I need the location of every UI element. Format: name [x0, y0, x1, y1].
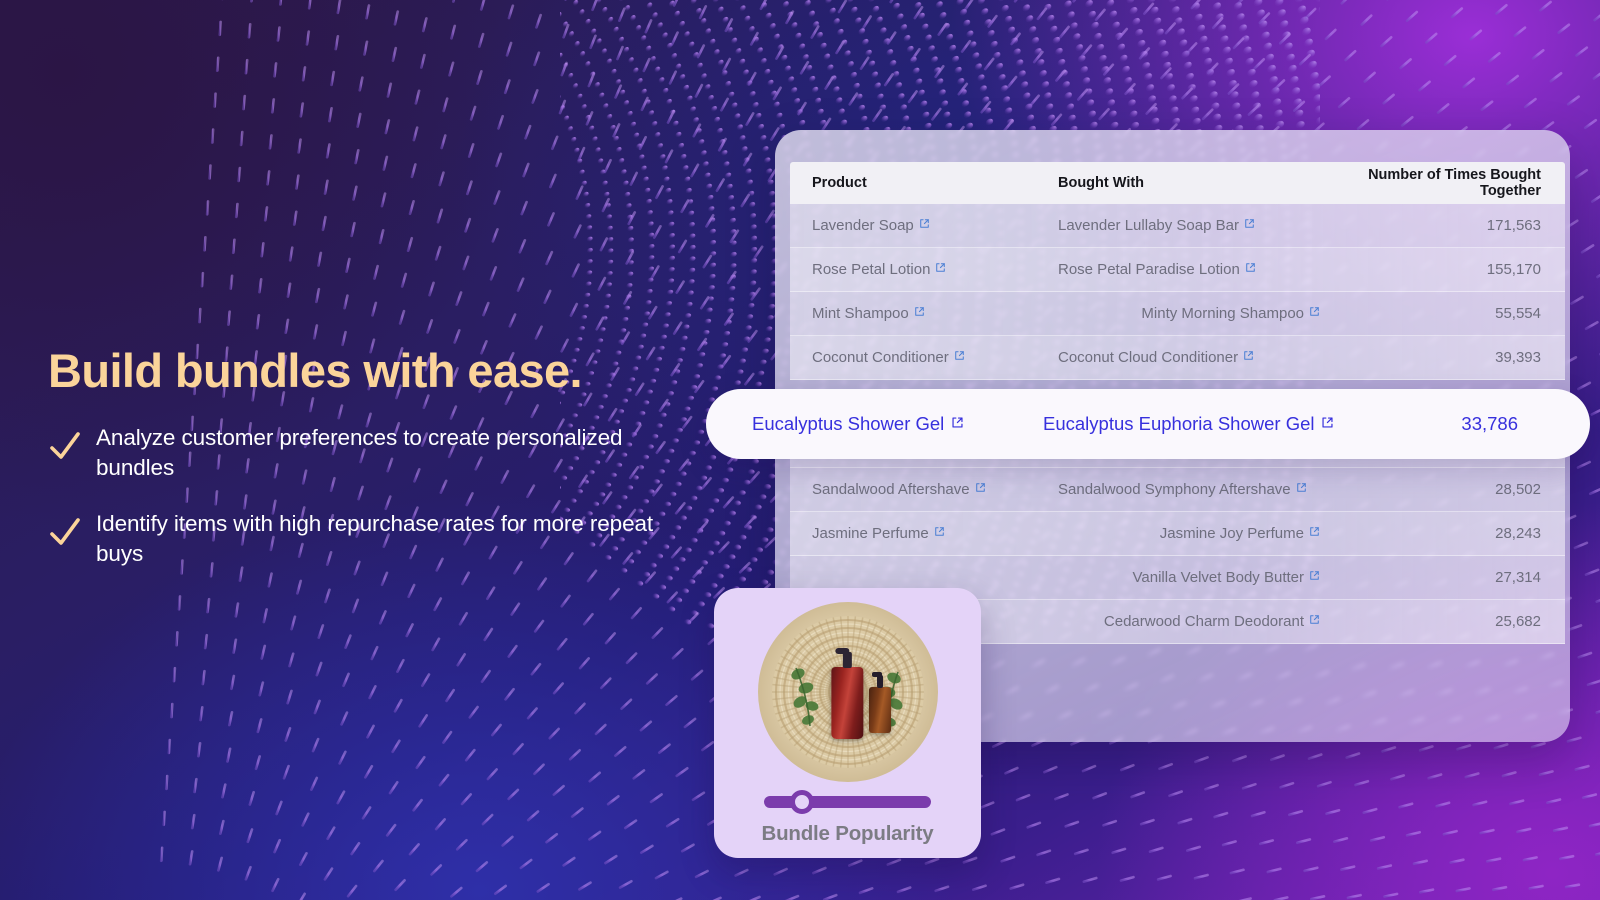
column-header-count: Number of Times Bought Together — [1368, 167, 1541, 199]
count-cell: 25,682 — [1495, 613, 1541, 630]
check-icon — [50, 518, 80, 545]
count-cell: 27,314 — [1495, 569, 1541, 586]
product-label: Rose Petal Lotion — [812, 261, 931, 278]
bought-with-cell[interactable]: Vanilla Velvet Body Butter — [1058, 569, 1320, 586]
highlighted-table-row[interactable]: Eucalyptus Shower Gel Eucalyptus Euphori… — [706, 389, 1590, 459]
bought-with-cell[interactable]: Coconut Cloud Conditioner — [1058, 349, 1320, 366]
product-cell[interactable]: Jasmine Perfume — [790, 525, 1058, 542]
bought-with-label: Rose Petal Paradise Lotion — [1058, 261, 1240, 278]
benefit-list: Analyze customer preferences to create p… — [48, 423, 658, 570]
bought-with-label: Coconut Cloud Conditioner — [1058, 349, 1239, 366]
external-link-icon[interactable] — [1244, 219, 1255, 230]
bought-with-cell[interactable]: Sandalwood Symphony Aftershave — [1058, 481, 1320, 498]
count-cell: 28,502 — [1495, 481, 1541, 498]
product-bottle-large — [830, 647, 863, 739]
bundle-popularity-card: Bundle Popularity — [714, 588, 981, 858]
table-header-row: Product Bought With Number of Times Boug… — [790, 162, 1565, 204]
product-label: Mint Shampoo — [812, 305, 909, 322]
bought-with-label: Vanilla Velvet Body Butter — [1132, 569, 1305, 586]
bundle-product-photo — [757, 602, 938, 782]
benefit-text: Analyze customer preferences to create p… — [96, 424, 623, 480]
product-cell[interactable]: Coconut Conditioner — [790, 349, 1058, 366]
table-row[interactable]: Jasmine Perfume Jasmine Joy Perfume 28,243 — [790, 512, 1565, 556]
check-icon — [50, 431, 80, 459]
product-bottle-small — [869, 671, 892, 733]
bought-with-cell[interactable]: Jasmine Joy Perfume — [1058, 525, 1320, 542]
product-label: Coconut Conditioner — [812, 349, 949, 366]
external-link-icon[interactable] — [1309, 307, 1320, 318]
bundle-popularity-slider[interactable] — [764, 790, 931, 814]
list-item: Identify items with high repurchase rate… — [48, 509, 658, 569]
bundle-popularity-label: Bundle Popularity — [761, 822, 934, 845]
external-link-icon[interactable] — [1321, 417, 1334, 430]
page-title: Build bundles with ease. — [48, 344, 583, 397]
table-row[interactable]: Sandalwood Aftershave Sandalwood Symphony… — [790, 468, 1565, 512]
count-cell: 28,243 — [1495, 525, 1541, 542]
external-link-icon[interactable] — [1243, 351, 1254, 362]
bought-with-label: Cedarwood Charm Deodorant — [1103, 613, 1304, 630]
product-label: Lavender Soap — [812, 217, 914, 234]
count-cell: 171,563 — [1486, 217, 1541, 234]
product-label: Sandalwood Aftershave — [812, 481, 970, 498]
slider-handle[interactable] — [789, 790, 814, 814]
bought-with-cell[interactable]: Minty Morning Shampoo — [1058, 305, 1320, 322]
count-cell: 155,170 — [1486, 261, 1541, 278]
external-link-icon[interactable] — [1309, 615, 1320, 626]
highlighted-bought-with-cell[interactable]: Eucalyptus Euphoria Shower Gel — [1043, 413, 1339, 435]
bought-with-label: Sandalwood Symphony Aftershave — [1058, 481, 1291, 498]
column-header-bought-with: Bought With — [1058, 175, 1145, 191]
table-row[interactable]: Coconut Conditioner Coconut Cloud Conditi… — [790, 336, 1565, 380]
bought-with-cell[interactable]: Rose Petal Paradise Lotion — [1058, 261, 1320, 278]
external-link-icon[interactable] — [1309, 571, 1320, 582]
external-link-icon[interactable] — [934, 527, 945, 538]
external-link-icon[interactable] — [975, 483, 986, 494]
bought-with-label: Lavender Lullaby Soap Bar — [1058, 217, 1239, 234]
external-link-icon[interactable] — [935, 263, 946, 274]
product-label: Jasmine Perfume — [812, 525, 929, 542]
bought-with-label: Jasmine Joy Perfume — [1159, 525, 1304, 542]
product-cell[interactable]: Rose Petal Lotion — [790, 261, 1058, 278]
highlighted-bought-with-label: Eucalyptus Euphoria Shower Gel — [1043, 413, 1315, 434]
product-cell[interactable]: Mint Shampoo — [790, 305, 1058, 322]
highlighted-product-cell[interactable]: Eucalyptus Shower Gel — [706, 413, 1043, 435]
bought-with-cell[interactable]: Lavender Lullaby Soap Bar — [1058, 217, 1320, 234]
bought-with-label: Minty Morning Shampoo — [1141, 305, 1304, 322]
external-link-icon[interactable] — [951, 417, 964, 430]
count-cell: 55,554 — [1495, 305, 1541, 322]
table-row[interactable]: Mint Shampoo Minty Morning Shampoo 55,554 — [790, 292, 1565, 336]
count-cell: 39,393 — [1495, 349, 1541, 366]
product-cell[interactable]: Sandalwood Aftershave — [790, 481, 1058, 498]
list-item: Analyze customer preferences to create p… — [48, 423, 658, 483]
highlighted-count-cell: 33,786 — [1461, 413, 1518, 434]
benefit-text: Identify items with high repurchase rate… — [96, 510, 654, 567]
highlighted-product-label: Eucalyptus Shower Gel — [752, 413, 945, 434]
table-row[interactable]: Lavender Soap Lavender Lullaby Soap Bar 17… — [790, 204, 1565, 248]
column-header-product: Product — [812, 175, 867, 191]
external-link-icon[interactable] — [1245, 263, 1256, 274]
product-cell[interactable]: Lavender Soap — [790, 217, 1058, 234]
external-link-icon[interactable] — [914, 307, 925, 318]
table-row[interactable]: Rose Petal Lotion Rose Petal Paradise Lot… — [790, 248, 1565, 292]
hero-copy: Build bundles with ease. Analyze custome… — [48, 345, 658, 595]
external-link-icon[interactable] — [919, 219, 930, 230]
bought-with-cell[interactable]: Cedarwood Charm Deodorant — [1058, 613, 1320, 630]
external-link-icon[interactable] — [954, 351, 965, 362]
external-link-icon[interactable] — [1296, 483, 1307, 494]
external-link-icon[interactable] — [1309, 527, 1320, 538]
